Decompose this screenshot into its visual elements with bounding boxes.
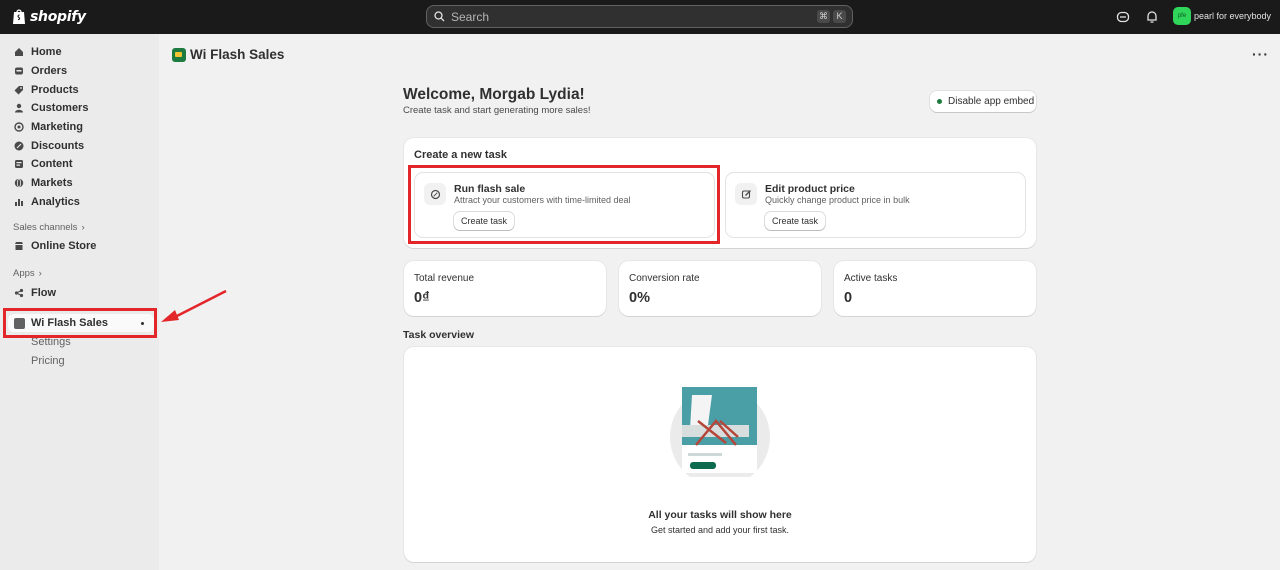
- status-dot-icon: [937, 99, 942, 104]
- sidebar-item-label: Orders: [31, 65, 68, 77]
- sidebar-item-label: Online Store: [31, 240, 97, 252]
- search-bar[interactable]: Search ⌘ K: [426, 5, 853, 28]
- globe-icon: [14, 178, 24, 188]
- task-title: Edit product price: [765, 183, 855, 195]
- sidebar-item-flow[interactable]: Flow: [14, 284, 56, 302]
- sidebar-item-online-store[interactable]: Online Store: [14, 237, 96, 255]
- sidebar-subitem-pricing[interactable]: Pricing: [31, 355, 65, 367]
- sidebar-item-label: Products: [31, 84, 79, 96]
- sidebar-item-label: Customers: [31, 102, 89, 114]
- sidebar-item-markets[interactable]: Markets: [14, 174, 73, 192]
- red-arrow-icon: [161, 289, 227, 322]
- stat-value: 0: [844, 290, 853, 306]
- stat-label: Total revenue: [414, 273, 475, 284]
- discount-icon: [14, 141, 24, 151]
- empty-state-title: All your tasks will show here: [648, 509, 792, 521]
- search-placeholder: Search: [451, 9, 490, 24]
- flow-icon: [14, 288, 24, 298]
- tag-icon: [14, 86, 23, 95]
- more-actions-button[interactable]: ···: [1252, 46, 1269, 62]
- task-description: Quickly change product price in bulk: [765, 195, 910, 205]
- create-task-button[interactable]: Create task: [765, 212, 826, 230]
- orders-icon: [15, 67, 23, 75]
- stat-card-total-revenue: Total revenue 0₫: [404, 261, 606, 316]
- chart-icon: [15, 199, 23, 206]
- shortcut-key-cmd: ⌘: [817, 10, 830, 23]
- sidebar-item-label: Marketing: [31, 121, 83, 133]
- disable-app-embed-label: Disable app embed: [948, 96, 1035, 107]
- stat-label: Conversion rate: [629, 273, 700, 284]
- sidebar-item-home[interactable]: Home: [14, 43, 62, 61]
- welcome-subtitle: Create task and start generating more sa…: [403, 105, 591, 116]
- home-icon: [15, 48, 23, 56]
- shopify-wordmark: shopify: [30, 8, 86, 25]
- highlight-box-sidebar: [3, 308, 157, 338]
- empty-state-subtitle: Get started and add your first task.: [650, 525, 790, 535]
- chevron-right-icon: ›: [81, 222, 85, 233]
- stat-card-conversion-rate: Conversion rate 0%: [619, 261, 821, 316]
- sidebar-item-analytics[interactable]: Analytics: [14, 193, 80, 211]
- store-name[interactable]: pearl for everybody: [1194, 11, 1271, 21]
- edit-icon: [735, 183, 757, 205]
- person-icon: [15, 103, 23, 113]
- sidebar-item-label: Flow: [31, 287, 57, 299]
- app-title: Wi Flash Sales: [190, 47, 285, 62]
- task-overview-title: Task overview: [403, 329, 475, 341]
- sidebar-item-products[interactable]: Products: [14, 81, 79, 99]
- sidebar-item-label: Content: [31, 158, 73, 170]
- empty-state-illustration-icon: [670, 387, 770, 477]
- target-icon: [14, 122, 24, 132]
- sales-channels-label: Sales channels: [13, 222, 78, 233]
- sidebar-item-label: Discounts: [31, 140, 85, 152]
- task-option-edit-product-price[interactable]: Edit product price Quickly change produc…: [725, 172, 1026, 238]
- sidekick-icon[interactable]: [1116, 10, 1130, 24]
- apps-label: Apps: [13, 268, 35, 279]
- chevron-right-icon: ›: [38, 268, 42, 279]
- create-task-title: Create a new task: [414, 149, 507, 161]
- store-avatar[interactable]: pfe: [1173, 7, 1191, 25]
- stat-value: 0₫: [414, 290, 430, 306]
- bell-icon[interactable]: [1145, 10, 1159, 24]
- stat-card-active-tasks: Active tasks 0: [834, 261, 1036, 316]
- disable-app-embed-button[interactable]: Disable app embed: [930, 91, 1036, 112]
- search-icon: [434, 11, 445, 22]
- sidebar-item-customers[interactable]: Customers: [14, 99, 88, 117]
- content-icon: [15, 160, 23, 168]
- top-bar: shopify Search ⌘ K pfe pearl for everybo…: [0, 0, 1280, 34]
- sidebar-item-label: Home: [31, 46, 62, 58]
- sidebar-item-content[interactable]: Content: [14, 155, 73, 173]
- app-header: Wi Flash Sales: [172, 47, 284, 62]
- apps-header[interactable]: Apps ›: [13, 268, 42, 279]
- stat-label: Active tasks: [844, 273, 898, 284]
- sidebar-item-label: Analytics: [31, 196, 80, 208]
- sidebar-item-orders[interactable]: Orders: [14, 62, 67, 80]
- welcome-title: Welcome, Morgab Lydia!: [403, 86, 585, 103]
- shopify-logo[interactable]: shopify: [12, 8, 86, 25]
- sidebar-item-marketing[interactable]: Marketing: [14, 118, 83, 136]
- shopify-bag-icon: [13, 9, 25, 24]
- sidebar-item-label: Markets: [31, 177, 73, 189]
- shortcut-key-k: K: [833, 10, 846, 23]
- sales-channels-header[interactable]: Sales channels ›: [13, 222, 85, 233]
- sidebar-item-discounts[interactable]: Discounts: [14, 137, 84, 155]
- wi-flash-sales-logo-icon: [172, 47, 186, 62]
- stat-value: 0%: [629, 290, 650, 306]
- store-icon: [15, 242, 23, 250]
- highlight-box-flash-sale: [408, 165, 720, 244]
